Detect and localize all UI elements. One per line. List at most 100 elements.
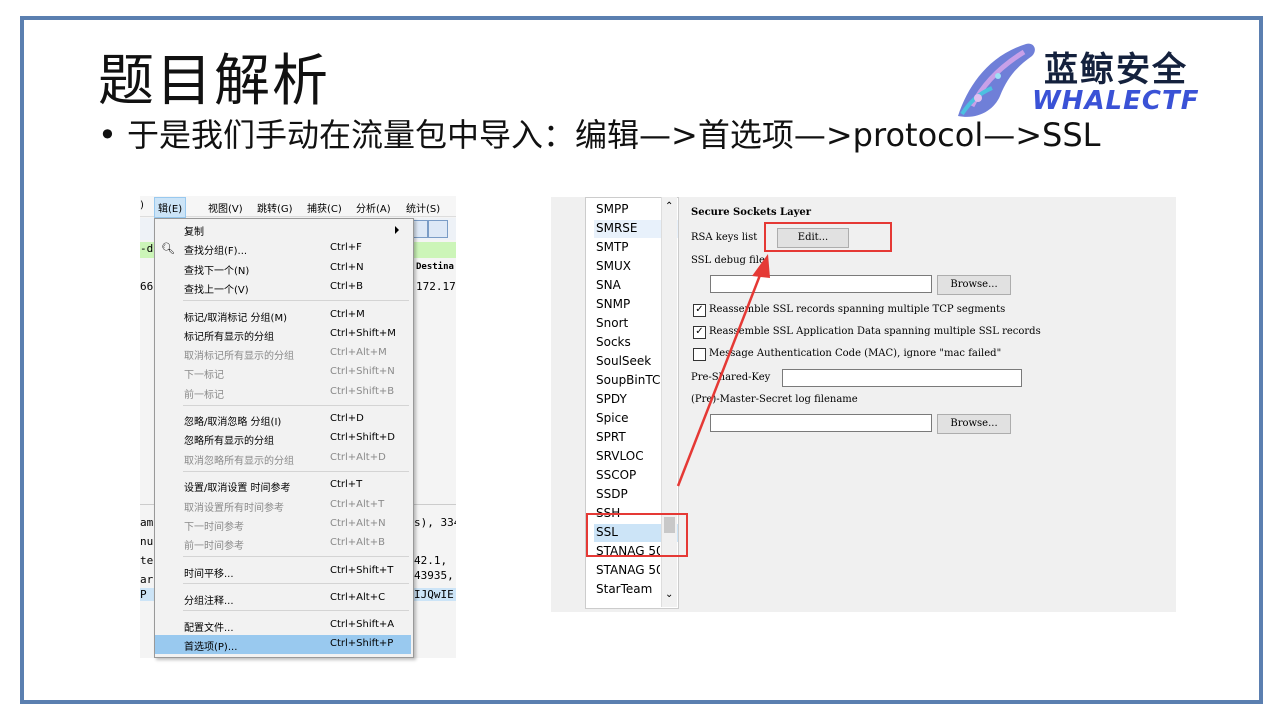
menu-item-label: 取消设置所有时间参考 — [184, 503, 284, 514]
menu-item-label: 查找下一个(N) — [184, 266, 250, 277]
menu-item-find-previous[interactable]: 查找上一个(V) Ctrl+B — [155, 278, 411, 297]
protocol-item[interactable]: SSCOP — [596, 468, 636, 482]
menu-item-shortcut: Ctrl+N — [330, 262, 364, 273]
menu-item-shortcut: Ctrl+Shift+D — [330, 432, 395, 443]
menu-item-previous-mark[interactable]: 前一标记 Ctrl+Shift+B — [155, 383, 411, 402]
browse-debug-button[interactable]: Browse... — [937, 275, 1011, 295]
menu-item-label: 时间平移... — [184, 569, 234, 580]
menu-item-label: 复制 — [184, 227, 204, 238]
menu-item-shortcut: Ctrl+Alt+N — [330, 518, 386, 529]
menu-item-label: 下一时间参考 — [184, 522, 244, 533]
menu-item-shortcut: Ctrl+Shift+B — [330, 386, 395, 397]
ssl-item-annotation-box — [586, 513, 688, 557]
protocol-item[interactable]: SMRSE — [596, 221, 638, 235]
menu-item-shortcut: Ctrl+Alt+M — [330, 347, 387, 358]
menu-item-label: 忽略/取消忽略 分组(I) — [184, 417, 282, 428]
detail-left: nu — [140, 535, 154, 548]
protocol-item[interactable]: SMUX — [596, 259, 631, 273]
menu-item-label: 下一标记 — [184, 370, 224, 381]
menu-edit[interactable]: 辑(E) — [154, 197, 187, 218]
menu-go[interactable]: 跳转(G) — [257, 200, 293, 215]
menu-separator — [183, 300, 409, 301]
menu-item-ignore-packet[interactable]: 忽略/取消忽略 分组(I) Ctrl+D — [155, 410, 411, 429]
list-icon[interactable] — [428, 220, 448, 238]
whalectf-logo: 蓝鲸安全 WHALECTF — [948, 36, 1238, 120]
protocol-item[interactable]: SRVLOC — [596, 449, 644, 463]
menu-item-shortcut: Ctrl+T — [330, 479, 363, 490]
protocol-item[interactable]: Snort — [596, 316, 628, 330]
menu-item-shortcut: Ctrl+F — [330, 242, 362, 253]
browse-master-secret-button[interactable]: Browse... — [937, 414, 1011, 434]
protocol-item[interactable]: Spice — [596, 411, 629, 425]
menu-item-label: 分组注释... — [184, 596, 234, 607]
menu-item-label: 首选项(P)... — [184, 642, 238, 653]
menu-capture[interactable]: 捕获(C) — [307, 200, 342, 215]
menu-item-packet-comment[interactable]: 分组注释... Ctrl+Alt+C — [155, 589, 411, 608]
menu-item-find-next[interactable]: 查找下一个(N) Ctrl+N — [155, 259, 411, 278]
menu-item-time-shift[interactable]: 时间平移... Ctrl+Shift+T — [155, 562, 411, 581]
menu-view[interactable]: 视图(V) — [208, 200, 243, 215]
protocol-item[interactable]: STANAG 50 — [596, 563, 660, 577]
protocol-item[interactable]: StarTeam — [596, 582, 652, 596]
menu-item-mark-packet[interactable]: 标记/取消标记 分组(M) Ctrl+M — [155, 306, 411, 325]
menu-item-label: 前一标记 — [184, 390, 224, 401]
menu-separator — [183, 471, 409, 472]
menu-item-unset-all-time-references[interactable]: 取消设置所有时间参考 Ctrl+Alt+T — [155, 496, 411, 515]
menu-item-shortcut: Ctrl+D — [330, 413, 364, 424]
search-icon: 🔍︎ — [161, 242, 175, 255]
menu-item-ignore-all-displayed[interactable]: 忽略所有显示的分组 Ctrl+Shift+D — [155, 429, 411, 448]
menu-item-label: 设置/取消设置 时间参考 — [184, 483, 291, 494]
protocol-item[interactable]: Socks — [596, 335, 631, 349]
list-right-cell: 172.17 — [416, 280, 456, 293]
menu-item-mark-all-displayed[interactable]: 标记所有显示的分组 Ctrl+Shift+M — [155, 325, 411, 344]
menu-item-configuration-profiles[interactable]: 配置文件... Ctrl+Shift+A — [155, 616, 411, 635]
menu-partial[interactable]: ) — [140, 200, 144, 211]
list-left-cell: 66 — [140, 280, 154, 293]
menu-item-next-time-reference[interactable]: 下一时间参考 Ctrl+Alt+N — [155, 515, 411, 534]
detail-right: IJQwIE — [414, 588, 454, 601]
submenu-arrow-icon — [395, 226, 399, 234]
menu-item-label: 取消标记所有显示的分组 — [184, 351, 294, 362]
protocol-item[interactable]: SPRT — [596, 430, 626, 444]
menu-item-shortcut: Ctrl+Alt+T — [330, 499, 385, 510]
scroll-up-icon[interactable]: ⌃ — [665, 201, 673, 212]
menu-separator — [183, 610, 409, 611]
menu-item-preferences[interactable]: 首选项(P)... Ctrl+Shift+P — [155, 635, 411, 654]
menu-item-label: 标记所有显示的分组 — [184, 332, 274, 343]
protocol-item[interactable]: SNMP — [596, 297, 630, 311]
protocol-item[interactable]: SoupBinTC — [596, 373, 660, 387]
menu-item-shortcut: Ctrl+Shift+T — [330, 565, 394, 576]
menu-item-unignore-all-displayed[interactable]: 取消忽略所有显示的分组 Ctrl+Alt+D — [155, 449, 411, 468]
menu-item-shortcut: Ctrl+Alt+C — [330, 592, 386, 603]
menu-item-label: 标记/取消标记 分组(M) — [184, 313, 287, 324]
menu-item-previous-time-reference[interactable]: 前一时间参考 Ctrl+Alt+B — [155, 534, 411, 553]
slide-title: 题目解析 — [98, 49, 330, 114]
protocol-item[interactable]: SoulSeek — [596, 354, 651, 368]
psk-input[interactable] — [782, 369, 1022, 387]
detail-left: ar — [140, 573, 154, 586]
menu-bar: ) 辑(E) 视图(V) 跳转(G) 捕获(C) 分析(A) 统计(S) — [140, 196, 456, 218]
menu-item-next-mark[interactable]: 下一标记 Ctrl+Shift+N — [155, 363, 411, 382]
menu-item-shortcut: Ctrl+Shift+A — [330, 619, 395, 630]
protocol-item[interactable]: SPDY — [596, 392, 627, 406]
menu-item-find-packet[interactable]: 🔍︎ 查找分组(F)... Ctrl+F — [155, 239, 411, 258]
menu-statistics[interactable]: 统计(S) — [406, 200, 440, 215]
protocol-item[interactable]: SMPP — [596, 202, 628, 216]
protocol-item[interactable]: SSDP — [596, 487, 628, 501]
menu-item-shortcut: Ctrl+Alt+D — [330, 452, 386, 463]
menu-item-copy[interactable]: 复制 — [155, 220, 411, 239]
menu-item-shortcut: Ctrl+Alt+B — [330, 537, 385, 548]
menu-item-unmark-all-displayed[interactable]: 取消标记所有显示的分组 Ctrl+Alt+M — [155, 344, 411, 363]
detail-right: s), 334 — [414, 516, 456, 529]
menu-separator — [183, 556, 409, 557]
scroll-down-icon[interactable]: ⌄ — [665, 589, 673, 600]
menu-item-label: 查找分组(F)... — [184, 246, 248, 257]
menu-analyze[interactable]: 分析(A) — [356, 200, 391, 215]
menu-item-label: 取消忽略所有显示的分组 — [184, 456, 294, 467]
protocol-item[interactable]: SNA — [596, 278, 621, 292]
menu-item-set-time-reference[interactable]: 设置/取消设置 时间参考 Ctrl+T — [155, 476, 411, 495]
menu-item-shortcut: Ctrl+Shift+N — [330, 366, 395, 377]
menu-item-label: 配置文件... — [184, 623, 234, 634]
protocol-item[interactable]: SMTP — [596, 240, 629, 254]
detail-right: 42.1, — [414, 554, 448, 567]
